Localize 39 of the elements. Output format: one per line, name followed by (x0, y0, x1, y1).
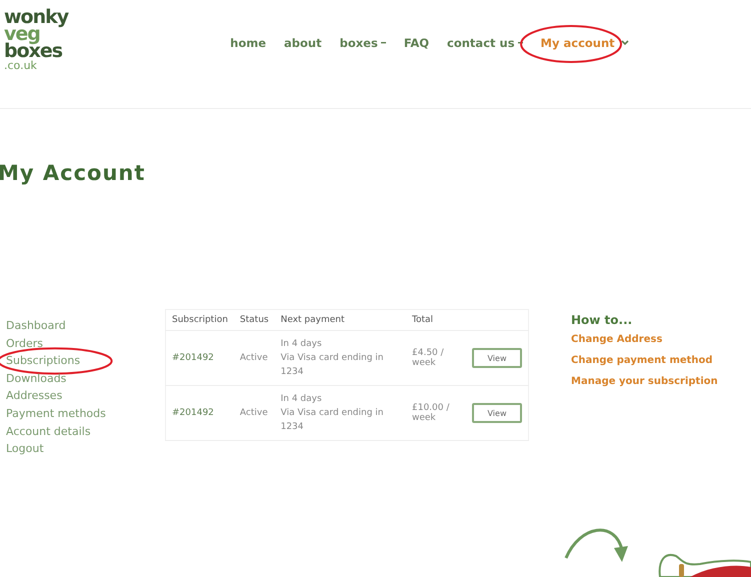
sidebar-link[interactable]: Addresses (6, 389, 62, 402)
sidebar-link[interactable]: Logout (6, 442, 44, 456)
nav-link[interactable]: home (230, 36, 266, 50)
status-cell: Active (234, 330, 275, 386)
nav-link[interactable]: boxes (340, 36, 378, 50)
logo-text: .co.uk (4, 60, 38, 71)
curved-arrow-icon (564, 528, 628, 562)
sidebar-link[interactable]: Orders (6, 336, 43, 350)
subscription-link[interactable]: #201492 (166, 386, 234, 440)
next-payment-text: In 4 days (280, 338, 323, 351)
column-header: Next payment (274, 310, 406, 330)
sidebar-link[interactable]: Account details (6, 424, 91, 438)
nav-link[interactable]: about (284, 36, 322, 50)
how-to-link[interactable]: Change payment method (571, 356, 721, 366)
sidebar-link[interactable]: Downloads (6, 372, 66, 385)
logo-text: boxes (4, 43, 64, 60)
next-payment-text: In 4 days (280, 393, 323, 406)
logo-text: veg (4, 26, 40, 43)
payment-method-text: Via Visa card ending in 1234 (280, 407, 384, 434)
subscription-link[interactable]: #201492 (166, 330, 234, 386)
total-cell: £10.00 / week (406, 386, 466, 440)
column-header: Total (406, 310, 466, 330)
column-header: Subscription (166, 310, 234, 330)
nav-link[interactable]: FAQ (404, 36, 430, 50)
sidebar-link[interactable]: Dashboard (6, 319, 66, 332)
total-cell: £4.50 / week (406, 330, 466, 386)
page-title: My Account (0, 161, 146, 185)
nav-link[interactable]: contact us (447, 36, 515, 50)
column-header: Status (234, 310, 275, 330)
view-button[interactable]: View (472, 403, 522, 423)
status-cell: Active (234, 386, 275, 440)
how-to-link[interactable]: Manage your subscription (571, 377, 721, 387)
chevron-down-icon[interactable] (620, 40, 629, 46)
how-to-link[interactable]: Change Address (571, 335, 721, 345)
view-button[interactable]: View (472, 348, 522, 368)
how-to-heading: How to... (571, 313, 634, 327)
sidebar-link[interactable]: Payment methods (6, 406, 106, 420)
payment-method-text: Via Visa card ending in 1234 (280, 352, 384, 379)
logo-text: wonky (4, 9, 68, 26)
